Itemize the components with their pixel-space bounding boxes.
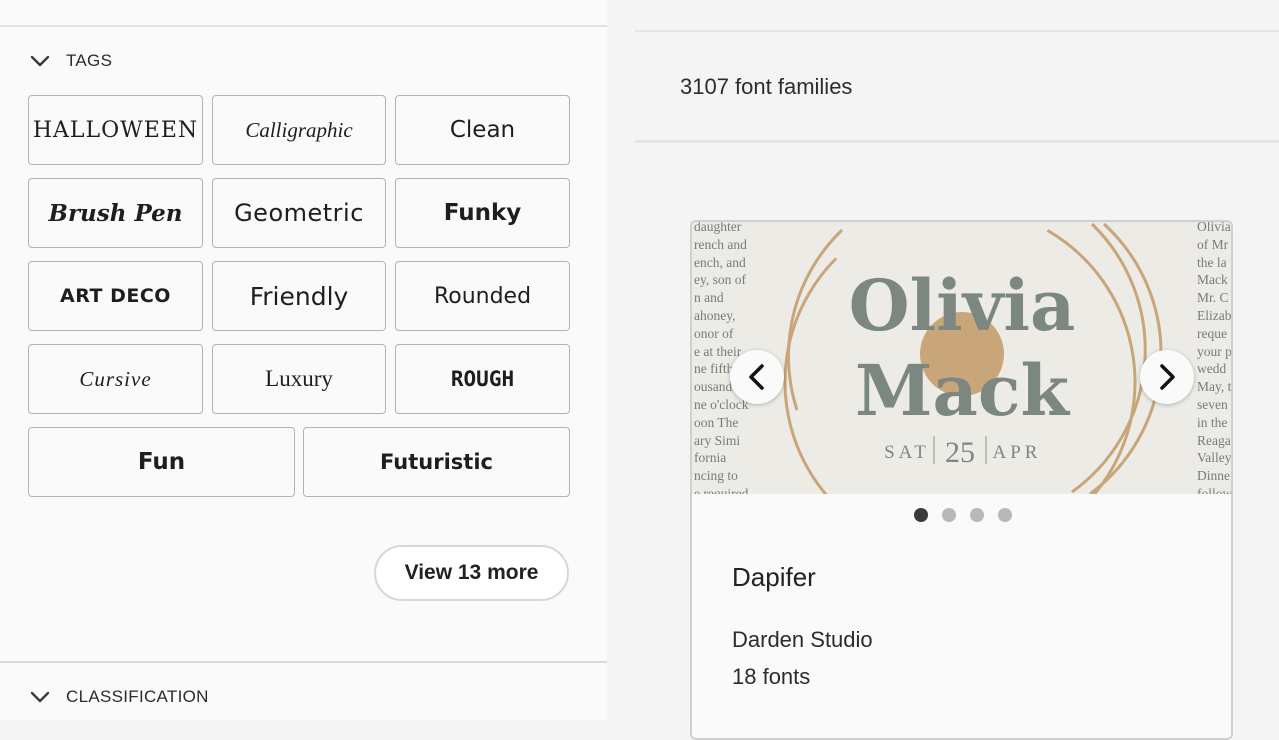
chevron-down-icon[interactable] <box>28 685 52 709</box>
carousel-dot[interactable] <box>997 508 1012 522</box>
next-slide-button[interactable] <box>1140 350 1194 404</box>
carousel-dot[interactable] <box>941 508 956 522</box>
chevron-right-icon <box>1160 364 1175 390</box>
chevron-left-icon <box>749 364 764 390</box>
preview-date-day: SAT <box>884 442 930 463</box>
divider <box>0 661 607 663</box>
carousel-pagination <box>692 508 1231 522</box>
filter-panel: TAGS HALLOWEEN Calligraphic Clean Brush … <box>0 0 607 720</box>
foundry-name[interactable]: Darden Studio <box>732 627 873 653</box>
font-preview-image[interactable]: daughter rench and ench, and ey, son of … <box>692 222 1231 494</box>
font-family-count: 3107 font families <box>680 74 853 99</box>
tag-geometric[interactable]: Geometric <box>212 178 386 248</box>
tag-funky[interactable]: Funky <box>395 178 570 248</box>
preview-title-line2: Mack <box>855 349 1070 432</box>
preview-date-number: 25 <box>945 436 975 469</box>
tag-rough[interactable]: ROUGH <box>395 344 570 414</box>
tag-calligraphic[interactable]: Calligraphic <box>212 95 386 165</box>
tags-section-header[interactable]: TAGS <box>28 49 112 73</box>
tag-fun[interactable]: Fun <box>28 427 295 497</box>
font-family-name[interactable]: Dapifer <box>732 562 816 593</box>
previous-slide-button[interactable] <box>730 350 784 404</box>
tag-friendly[interactable]: Friendly <box>212 261 386 331</box>
fonts-count: 18 fonts <box>732 664 811 689</box>
tag-clean[interactable]: Clean <box>395 95 570 165</box>
tag-brush-pen[interactable]: Brush Pen <box>28 178 203 248</box>
classification-section-header[interactable]: CLASSIFICATION <box>28 685 209 709</box>
tag-cursive[interactable]: Cursive <box>28 344 203 414</box>
view-more-tags-button[interactable]: View 13 more <box>374 545 569 601</box>
tag-art-deco[interactable]: ART DECO <box>28 261 203 331</box>
preview-title-line1: Olivia <box>849 264 1076 347</box>
divider <box>0 25 607 27</box>
preview-date-month: APR <box>993 442 1042 463</box>
tag-halloween[interactable]: HALLOWEEN <box>28 95 203 165</box>
carousel-dot[interactable] <box>913 508 928 522</box>
tag-luxury[interactable]: Luxury <box>212 344 386 414</box>
divider <box>635 30 1279 32</box>
carousel-dot[interactable] <box>969 508 984 522</box>
tag-futuristic[interactable]: Futuristic <box>303 427 570 497</box>
divider <box>635 140 1279 143</box>
classification-section-title: CLASSIFICATION <box>66 687 209 706</box>
chevron-down-icon[interactable] <box>28 49 52 73</box>
tags-section-title: TAGS <box>66 51 113 70</box>
tag-rounded[interactable]: Rounded <box>395 261 570 331</box>
font-family-card[interactable]: daughter rench and ench, and ey, son of … <box>690 220 1233 740</box>
